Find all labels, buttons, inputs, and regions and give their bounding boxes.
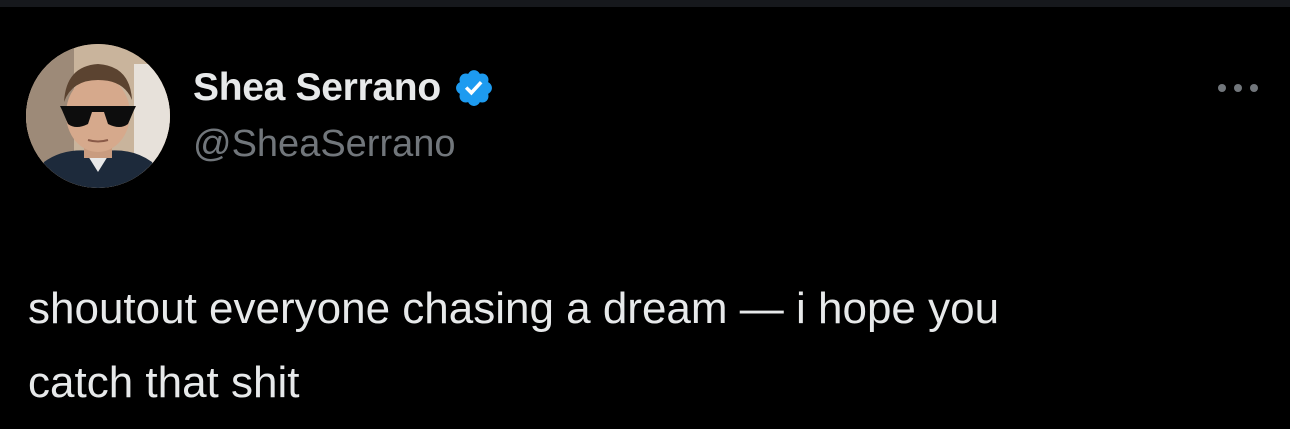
author-info: Shea Serrano @SheaSerrano <box>193 66 495 166</box>
more-options-icon[interactable] <box>1210 70 1266 106</box>
avatar[interactable] <box>26 44 170 188</box>
author-handle[interactable]: @SheaSerrano <box>193 123 495 166</box>
verified-badge-icon[interactable] <box>453 67 495 109</box>
author-display-name[interactable]: Shea Serrano <box>193 66 441 110</box>
tweet-text: shoutout everyone chasing a dream — i ho… <box>28 284 1000 407</box>
tweet-card: Shea Serrano @SheaSerrano shoutout every… <box>0 0 1290 429</box>
name-row: Shea Serrano <box>193 66 495 110</box>
